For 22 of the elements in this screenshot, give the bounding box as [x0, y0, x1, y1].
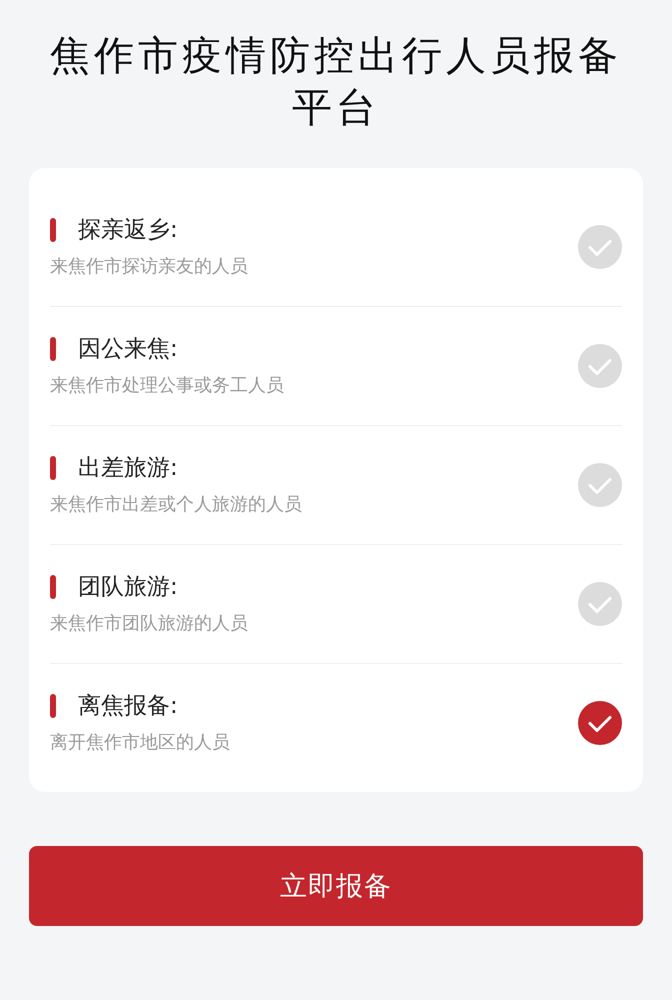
accent-bar: [50, 218, 56, 242]
accent-bar: [50, 337, 56, 361]
option-description: 来焦作市团队旅游的人员: [50, 613, 249, 635]
check-icon[interactable]: [578, 225, 622, 269]
option-label: 探亲返乡:: [78, 216, 178, 244]
accent-bar: [50, 694, 56, 718]
accent-bar: [50, 575, 56, 599]
option-label: 因公来焦:: [78, 335, 178, 363]
submit-button[interactable]: 立即报备: [29, 846, 643, 926]
page-title: 焦作市疫情防控出行人员报备平台: [49, 32, 623, 133]
option-description: 来焦作市出差或个人旅游的人员: [50, 494, 303, 516]
option-description: 来焦作市探访亲友的人员: [50, 256, 249, 278]
option-description: 离开焦作市地区的人员: [50, 732, 231, 754]
check-icon[interactable]: [578, 344, 622, 388]
accent-bar: [50, 456, 56, 480]
check-icon[interactable]: [578, 463, 622, 507]
option-label: 出差旅游:: [78, 454, 178, 482]
check-icon[interactable]: [578, 582, 622, 626]
option-label: 离焦报备:: [78, 692, 178, 720]
option-description: 来焦作市处理公事或务工人员: [50, 375, 285, 397]
check-icon[interactable]: [578, 701, 622, 745]
option-label: 团队旅游:: [78, 573, 178, 601]
